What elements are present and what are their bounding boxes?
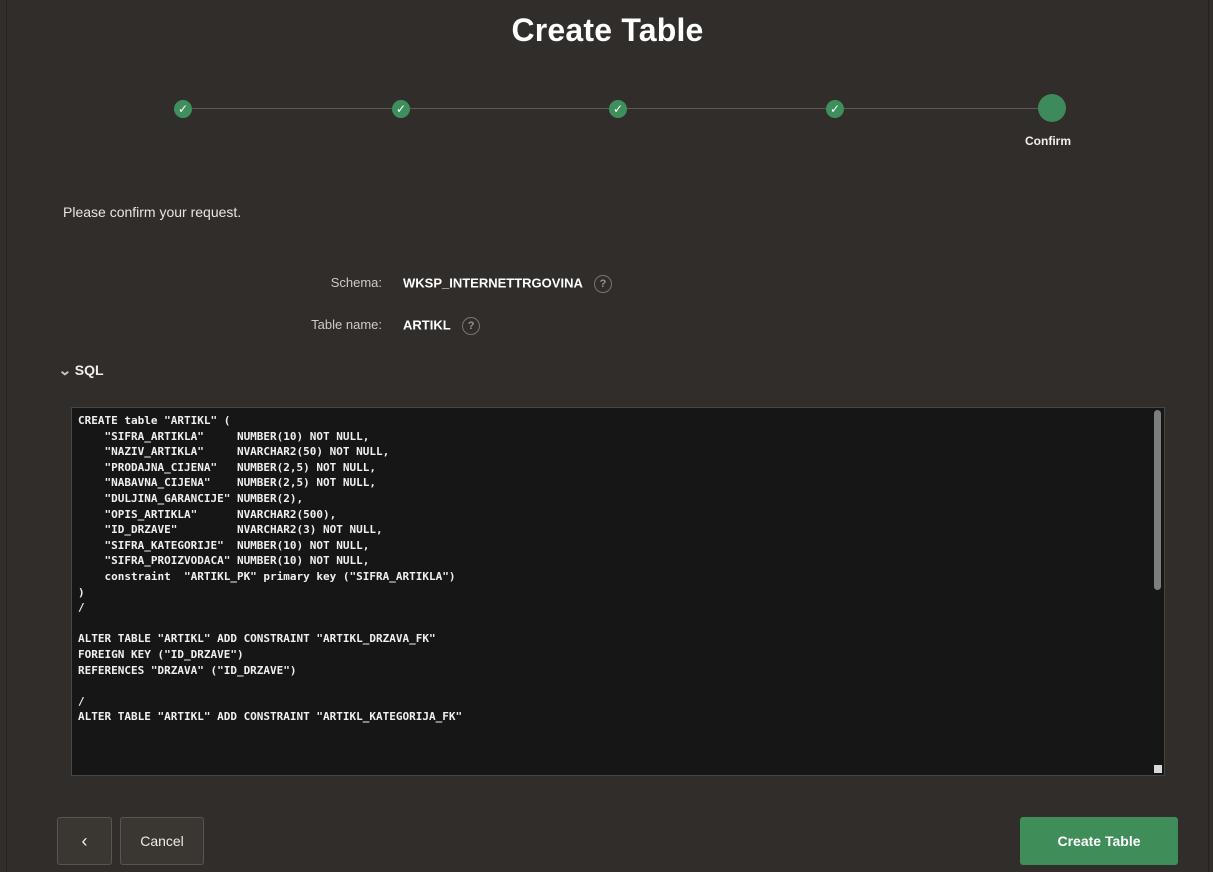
resize-handle-icon[interactable] xyxy=(1154,765,1162,773)
schema-row: Schema: WKSP_INTERNETTRGOVINA ? xyxy=(7,275,1208,295)
cancel-button[interactable]: Cancel xyxy=(120,817,204,865)
sql-section-title: SQL xyxy=(74,362,104,378)
help-icon[interactable]: ? xyxy=(593,275,612,293)
wizard-step-label-confirm: Confirm xyxy=(1025,134,1071,148)
sql-section-toggle[interactable]: ⌄ SQL xyxy=(57,362,104,378)
create-table-button[interactable]: Create Table xyxy=(1020,817,1178,865)
chevron-down-icon: ⌄ xyxy=(57,362,72,378)
confirm-request-text: Please confirm your request. xyxy=(63,204,242,220)
dialog-title: Create Table xyxy=(511,12,704,48)
table-name-value-text: ARTIKL xyxy=(403,317,451,333)
wizard-step-2-complete: ✓ xyxy=(392,100,410,118)
check-icon: ✓ xyxy=(612,102,624,116)
sql-code-editor[interactable]: CREATE table "ARTIKL" ( "SIFRA_ARTIKLA" … xyxy=(71,407,1165,776)
wizard-step-3-complete: ✓ xyxy=(609,100,627,118)
schema-label: Schema: xyxy=(330,275,382,290)
help-icon[interactable]: ? xyxy=(462,317,481,335)
vertical-scrollbar[interactable] xyxy=(1154,410,1161,590)
table-name-row: Table name: ARTIKL ? xyxy=(7,317,1208,337)
schema-value: WKSP_INTERNETTRGOVINA ? xyxy=(403,275,612,293)
wizard-step-5-current xyxy=(1038,94,1066,122)
chevron-left-icon: ‹ xyxy=(81,830,88,851)
wizard-step-1-complete: ✓ xyxy=(174,100,192,118)
sql-code-text[interactable]: CREATE table "ARTIKL" ( "SIFRA_ARTIKLA" … xyxy=(78,413,1148,775)
create-table-dialog: Create Table ✓ ✓ ✓ ✓ Confirm Please conf… xyxy=(6,0,1209,872)
back-button[interactable]: ‹ xyxy=(57,817,112,865)
wizard-step-4-complete: ✓ xyxy=(826,100,844,118)
table-name-value: ARTIKL ? xyxy=(403,317,481,335)
check-icon: ✓ xyxy=(829,102,841,116)
schema-value-text: WKSP_INTERNETTRGOVINA xyxy=(403,275,583,291)
check-icon: ✓ xyxy=(177,102,189,116)
check-icon: ✓ xyxy=(395,102,407,116)
table-name-label: Table name: xyxy=(311,317,382,332)
wizard-progress: ✓ ✓ ✓ ✓ Confirm xyxy=(7,94,1208,156)
